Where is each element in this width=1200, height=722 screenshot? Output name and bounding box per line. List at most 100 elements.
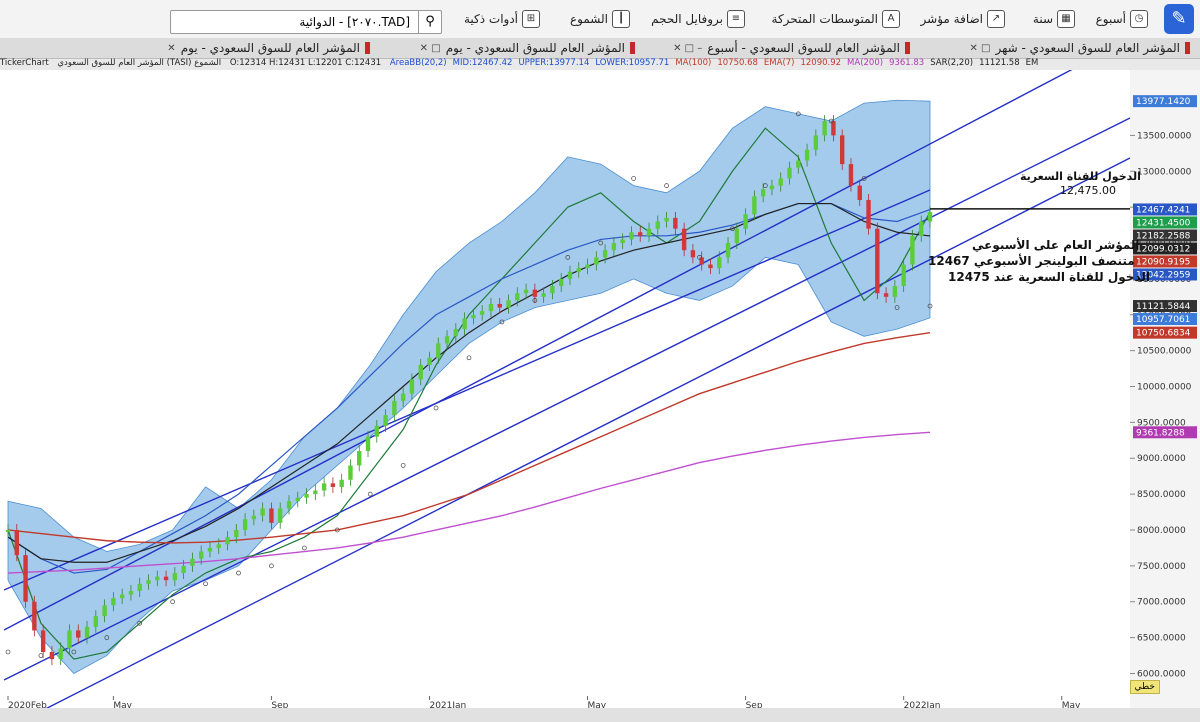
y-tick-label: 8000.0000 xyxy=(1137,526,1186,536)
note-line-1: المؤشر العام على الأسبوعي xyxy=(972,238,1140,252)
candle xyxy=(576,268,581,272)
candle xyxy=(409,379,415,394)
candle xyxy=(269,508,274,523)
channel-entry-value: 12,475.00 xyxy=(1060,184,1116,197)
info-item: 12090.92 xyxy=(800,58,842,68)
toolbar-add-indicator-button[interactable]: ↗ اضافة مؤشر xyxy=(921,8,1005,30)
candle xyxy=(910,235,915,265)
symbol-search[interactable]: ⚲ [TAD.٢٠٧٠] - الدوائية xyxy=(170,10,442,34)
candle xyxy=(242,519,248,530)
price-chart[interactable]: 6000.0000 6500.0000 7000.0000 7500.0000 8000… xyxy=(0,59,1200,722)
tab-month[interactable]: المؤشر العام للسوق السعودي - شهر □ ✕ xyxy=(969,38,1190,58)
candle xyxy=(901,264,906,287)
candle xyxy=(198,551,204,559)
candle xyxy=(664,217,669,222)
info-item: MA(200) xyxy=(847,58,884,68)
search-input[interactable]: [TAD.٢٠٧٠] - الدوائية xyxy=(171,15,418,29)
tab-marker xyxy=(630,42,635,54)
toolbar-moving-averages-button[interactable]: A المتوسطات المتحركة xyxy=(772,8,900,30)
toolbar-volume-profile-button[interactable]: ≡ بروفايل الحجم xyxy=(651,8,745,30)
candle xyxy=(32,601,37,631)
volume-profile-icon: ≡ xyxy=(727,10,745,28)
candle xyxy=(111,598,116,606)
price-badge-label: 11121.5844 xyxy=(1136,302,1191,312)
candle xyxy=(857,185,862,200)
candle xyxy=(225,537,230,545)
tab-day-2[interactable]: المؤشر العام للسوق السعودي - يوم ✕ xyxy=(167,38,370,58)
price-badge-label: 12431.4500 xyxy=(1136,218,1191,228)
candle xyxy=(506,300,511,308)
tab-day[interactable]: المؤشر العام للسوق السعودي - يوم □ ✕ xyxy=(420,38,635,58)
price-badge-label: 9361.8288 xyxy=(1136,428,1185,438)
candle xyxy=(796,160,801,168)
tab-marker xyxy=(905,42,910,54)
indicator-info-bar: TickerChart المؤشر العام للسوق السعودي (… xyxy=(0,58,1130,70)
window-controls[interactable]: – □ ✕ xyxy=(673,43,702,54)
candle xyxy=(708,264,713,269)
info-item: SAR(2,20) xyxy=(930,58,974,68)
candle xyxy=(778,178,783,186)
candle xyxy=(278,508,283,523)
candle xyxy=(585,264,590,269)
toolbar-candles-button[interactable]: ┃ الشموع xyxy=(570,8,630,30)
info-item: 9361.83 xyxy=(889,58,925,68)
info-item: EM xyxy=(1025,58,1039,68)
candle xyxy=(523,289,529,294)
candle xyxy=(629,232,634,240)
candle xyxy=(321,483,327,491)
line-tool-label[interactable]: خطي xyxy=(1129,680,1160,694)
candle xyxy=(119,594,125,599)
candle xyxy=(734,228,740,244)
toolbar-year-button[interactable]: ▦ سنة xyxy=(1033,8,1075,30)
window-controls[interactable]: □ ✕ xyxy=(420,43,441,54)
candle xyxy=(699,257,704,265)
candle xyxy=(181,565,186,574)
candle xyxy=(681,228,687,251)
candle xyxy=(813,135,819,150)
note-line-2: متنصف البولينجر الأسبوعي 12467 xyxy=(928,254,1135,268)
candle xyxy=(84,626,90,638)
info-item: 11121.58 xyxy=(979,58,1020,68)
candle xyxy=(155,576,160,581)
note-line-3: الدخول للقناة السعرية عند 12475 xyxy=(948,270,1151,284)
candle xyxy=(804,149,810,161)
candle xyxy=(295,497,300,502)
info-source: TickerChart xyxy=(0,58,49,68)
candle xyxy=(462,318,467,330)
candle xyxy=(875,228,880,294)
candle xyxy=(453,329,459,337)
candle xyxy=(559,278,564,287)
y-tick-label: 10500.0000 xyxy=(1137,347,1192,357)
candle xyxy=(436,343,441,358)
candle xyxy=(251,515,257,520)
calendar-icon: ▦ xyxy=(1057,10,1075,28)
info-item: MA(100) xyxy=(675,58,712,68)
window-controls[interactable]: □ ✕ xyxy=(969,43,990,54)
candle xyxy=(479,311,485,315)
moving-average-icon: A xyxy=(882,10,900,28)
candle xyxy=(190,558,195,566)
candle xyxy=(348,465,353,480)
pencil-icon[interactable]: ✎ xyxy=(1164,4,1194,34)
candle xyxy=(330,483,336,487)
search-icon[interactable]: ⚲ xyxy=(418,11,441,33)
candle xyxy=(374,425,379,437)
toolbar-week-button[interactable]: ◷ أسبوع xyxy=(1096,8,1148,30)
y-tick-label: 7000.0000 xyxy=(1137,598,1186,608)
candle xyxy=(620,239,625,244)
candle xyxy=(146,580,151,584)
candle xyxy=(532,289,538,297)
chart-tabs: المؤشر العام للسوق السعودي - شهر □ ✕ المؤ… xyxy=(0,38,1200,59)
candles-icon: ┃ xyxy=(612,10,630,28)
info-ohlc: O:12314 H:12431 L:12201 C:12431 xyxy=(229,58,382,68)
chart-area[interactable]: 6000.0000 6500.0000 7000.0000 7500.0000 8000… xyxy=(0,59,1200,722)
price-badge-label: 12090.9195 xyxy=(1136,257,1190,267)
candle xyxy=(357,451,362,466)
toolbar-smart-tools-button[interactable]: ⊞ أدوات ذكية xyxy=(464,8,540,30)
candle xyxy=(760,189,766,197)
close-icon[interactable]: ✕ xyxy=(167,43,175,54)
tab-week[interactable]: المؤشر العام للسوق السعودي - أسبوع – □ ✕ xyxy=(673,38,910,58)
info-item: UPPER:13977.14 xyxy=(518,58,590,68)
info-item: MID:12467.42 xyxy=(452,58,513,68)
candle xyxy=(392,400,397,416)
